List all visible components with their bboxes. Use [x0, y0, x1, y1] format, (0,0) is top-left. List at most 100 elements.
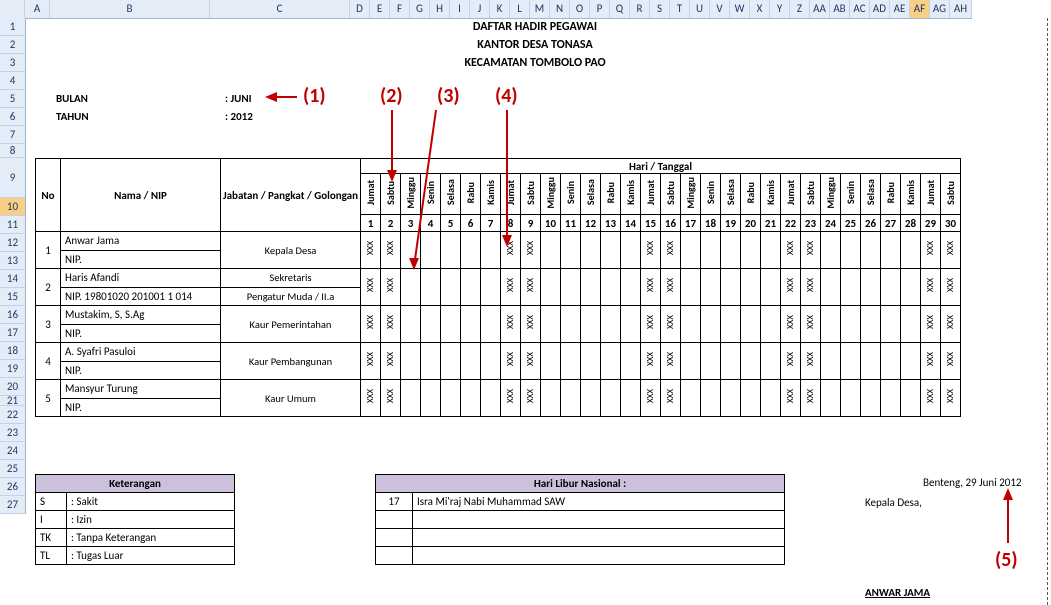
cell-att-3-11[interactable] [561, 306, 581, 343]
cell-att-4-10[interactable] [541, 343, 561, 380]
cell-att-5-7[interactable] [481, 380, 501, 417]
cell-att-1-27[interactable] [881, 232, 901, 269]
col-header-V[interactable]: V [710, 0, 730, 18]
row-header-12[interactable]: 12 [0, 234, 25, 252]
cell-att-1-9[interactable]: XXX [521, 232, 541, 269]
cell-att-5-6[interactable] [461, 380, 481, 417]
cell-att-2-6[interactable] [461, 269, 481, 306]
row-header-4[interactable]: 4 [0, 72, 25, 90]
cell-att-1-26[interactable] [861, 232, 881, 269]
cell-att-1-14[interactable] [621, 232, 641, 269]
row-header-21[interactable]: 21 [0, 396, 25, 406]
cell-att-3-18[interactable] [701, 306, 721, 343]
cell-att-2-15[interactable]: XXX [641, 269, 661, 306]
cell-att-3-9[interactable]: XXX [521, 306, 541, 343]
cell-att-2-24[interactable] [821, 269, 841, 306]
cell-att-5-16[interactable]: XXX [661, 380, 681, 417]
cell-att-3-1[interactable]: XXX [361, 306, 381, 343]
cell-att-2-22[interactable]: XXX [781, 269, 801, 306]
cell-att-4-17[interactable] [681, 343, 701, 380]
cell-att-2-10[interactable] [541, 269, 561, 306]
row-header-7[interactable]: 7 [0, 126, 25, 144]
cell-att-5-28[interactable] [901, 380, 921, 417]
cell-att-2-4[interactable] [421, 269, 441, 306]
cell-att-5-30[interactable]: XXX [941, 380, 961, 417]
cell-att-5-21[interactable] [761, 380, 781, 417]
cell-att-1-23[interactable]: XXX [801, 232, 821, 269]
cell-att-3-25[interactable] [841, 306, 861, 343]
cell-att-3-24[interactable] [821, 306, 841, 343]
cell-att-2-3[interactable] [401, 269, 421, 306]
col-header-N[interactable]: N [550, 0, 570, 18]
cell-att-1-10[interactable] [541, 232, 561, 269]
row-header-14[interactable]: 14 [0, 270, 25, 288]
col-header-AE[interactable]: AE [890, 0, 910, 18]
cell-att-3-12[interactable] [581, 306, 601, 343]
cell-att-1-28[interactable] [901, 232, 921, 269]
cell-att-5-24[interactable] [821, 380, 841, 417]
col-header-A[interactable]: A [25, 0, 50, 18]
cell-att-1-15[interactable]: XXX [641, 232, 661, 269]
col-header-B[interactable]: B [50, 0, 210, 18]
col-header-AH[interactable]: AH [950, 0, 972, 18]
cell-att-2-7[interactable] [481, 269, 501, 306]
cell-att-3-23[interactable]: XXX [801, 306, 821, 343]
col-header-M[interactable]: M [530, 0, 550, 18]
cell-att-5-20[interactable] [741, 380, 761, 417]
cell-att-2-21[interactable] [761, 269, 781, 306]
cell-att-3-10[interactable] [541, 306, 561, 343]
cell-att-1-24[interactable] [821, 232, 841, 269]
col-header-Y[interactable]: Y [770, 0, 790, 18]
col-header-O[interactable]: O [570, 0, 590, 18]
cell-att-5-25[interactable] [841, 380, 861, 417]
cell-att-1-8[interactable]: XXX [501, 232, 521, 269]
cell-att-4-11[interactable] [561, 343, 581, 380]
row-header-6[interactable]: 6 [0, 108, 25, 126]
cell-att-5-11[interactable] [561, 380, 581, 417]
cell-att-1-25[interactable] [841, 232, 861, 269]
cell-att-3-20[interactable] [741, 306, 761, 343]
row-header-3[interactable]: 3 [0, 54, 25, 72]
cell-att-3-5[interactable] [441, 306, 461, 343]
cell-att-5-13[interactable] [601, 380, 621, 417]
cell-att-4-23[interactable]: XXX [801, 343, 821, 380]
cell-att-4-18[interactable] [701, 343, 721, 380]
row-header-17[interactable]: 17 [0, 324, 25, 342]
row-header-1[interactable]: 1 [0, 18, 25, 36]
cell-att-1-5[interactable] [441, 232, 461, 269]
cell-att-2-16[interactable]: XXX [661, 269, 681, 306]
cell-att-1-22[interactable]: XXX [781, 232, 801, 269]
cell-att-2-13[interactable] [601, 269, 621, 306]
cell-att-4-12[interactable] [581, 343, 601, 380]
cell-att-1-20[interactable] [741, 232, 761, 269]
col-header-AB[interactable]: AB [830, 0, 850, 18]
cell-att-4-7[interactable] [481, 343, 501, 380]
cell-att-3-4[interactable] [421, 306, 441, 343]
cell-att-5-17[interactable] [681, 380, 701, 417]
cell-att-5-26[interactable] [861, 380, 881, 417]
cell-att-2-20[interactable] [741, 269, 761, 306]
cell-att-4-3[interactable] [401, 343, 421, 380]
cell-att-5-18[interactable] [701, 380, 721, 417]
cell-att-2-25[interactable] [841, 269, 861, 306]
col-header-P[interactable]: P [590, 0, 610, 18]
cell-att-3-29[interactable]: XXX [921, 306, 941, 343]
cell-att-4-24[interactable] [821, 343, 841, 380]
cell-att-1-6[interactable] [461, 232, 481, 269]
row-header-26[interactable]: 26 [0, 478, 25, 496]
col-header-AD[interactable]: AD [870, 0, 890, 18]
col-header-T[interactable]: T [670, 0, 690, 18]
cell-att-2-9[interactable]: XXX [521, 269, 541, 306]
cell-att-4-27[interactable] [881, 343, 901, 380]
cell-att-4-30[interactable]: XXX [941, 343, 961, 380]
cell-att-5-9[interactable]: XXX [521, 380, 541, 417]
cell-att-5-23[interactable]: XXX [801, 380, 821, 417]
row-header-2[interactable]: 2 [0, 36, 25, 54]
cell-att-1-19[interactable] [721, 232, 741, 269]
col-header-C[interactable]: C [210, 0, 350, 18]
cell-att-5-8[interactable]: XXX [501, 380, 521, 417]
cell-att-5-14[interactable] [621, 380, 641, 417]
col-header-F[interactable]: F [390, 0, 410, 18]
cell-att-1-4[interactable] [421, 232, 441, 269]
cell-att-3-21[interactable] [761, 306, 781, 343]
